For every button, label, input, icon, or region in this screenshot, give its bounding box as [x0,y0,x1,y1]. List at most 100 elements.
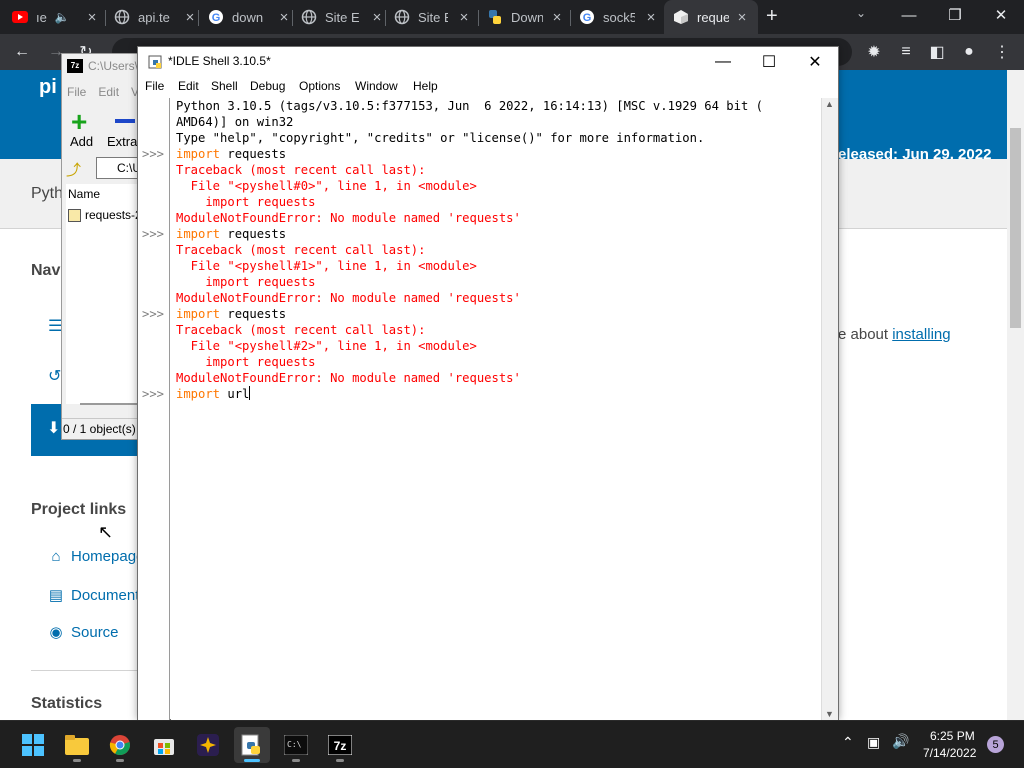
idle-menu-file[interactable]: File [145,79,164,93]
clock-time[interactable]: 6:25 PM [930,729,975,743]
idle-menu-help[interactable]: Help [413,79,438,93]
tab-youtube[interactable]: ıe 🔈 × [12,0,100,34]
back-arrow-icon[interactable]: ← [8,38,36,66]
chrome-icon[interactable] [102,727,138,763]
extensions-puzzle-icon[interactable]: ✹ [860,38,888,66]
close-tab-icon[interactable]: × [182,9,198,26]
google-icon: G [208,9,224,25]
file-explorer-icon[interactable] [59,727,95,763]
project-links-heading: Project links [31,501,127,518]
sevenzip-titlebar: 7z C:\Users\ [67,59,138,73]
mouse-cursor-icon: ↖ [98,522,114,542]
profile-avatar-icon[interactable]: ● [955,38,983,66]
idle-prompt-gutter: >>> >>> >>> >>> [138,98,170,720]
page-scrollbar[interactable] [1007,70,1024,720]
input-line: import requests [176,147,287,161]
close-tab-icon[interactable]: × [643,9,659,26]
idle-maximize-button[interactable]: ☐ [746,47,792,76]
idle-shell-text-area[interactable]: Python 3.10.5 (tags/v3.10.5:f377153, Jun… [171,98,821,720]
idle-window-title: *IDLE Shell 3.10.5* [168,54,271,68]
close-tab-icon[interactable]: × [84,9,100,26]
browser-close-button[interactable]: ✕ [978,0,1024,30]
idle-close-button[interactable]: ✕ [792,47,838,76]
globe-icon [114,9,130,25]
tab-site-2[interactable]: Site E × [394,0,472,34]
traceback-source-line: import requests [176,275,316,289]
windows-start-icon[interactable] [15,727,51,763]
pypi-logo[interactable]: pi [39,76,57,99]
tab-pypi-requests[interactable]: reque × [664,0,758,34]
sevenzip-hscrollbar[interactable] [80,403,140,405]
idle-menu-options[interactable]: Options [299,79,340,93]
homepage-link[interactable]: ⌂ Homepage [48,548,144,565]
idle-menu-debug[interactable]: Debug [250,79,285,93]
about-installing-text: e about installing [838,326,951,343]
spark-app-icon[interactable] [190,727,226,763]
running-indicator [292,759,300,762]
source-link[interactable]: ◉ Source [48,623,118,642]
idle-titlebar: *IDLE Shell 3.10.5* — ☐ ✕ [138,47,838,76]
documentation-link[interactable]: ▤ Document [48,586,139,605]
statistics-heading: Statistics [31,695,103,712]
browser-minimize-button[interactable]: — [886,0,932,30]
chevron-up-icon[interactable]: ⌃ [842,734,854,751]
idle-scrollbar[interactable]: ▲ ▼ [821,98,838,720]
close-tab-icon[interactable]: × [276,9,292,26]
menu-file[interactable]: File [67,85,86,99]
speaker-icon[interactable]: 🔈 [55,10,70,24]
network-icon[interactable]: ▣ [867,734,880,751]
reading-list-icon[interactable]: ≡ [892,38,920,66]
installing-link[interactable]: installing [892,326,950,343]
browser-restore-button[interactable]: ❐ [932,0,978,30]
list-item[interactable]: requests-2 [68,208,142,222]
globe-icon [301,9,317,25]
menu-edit[interactable]: Edit [98,85,119,99]
traceback-line: Traceback (most recent call last): [176,163,426,177]
sevenzip-icon[interactable]: 7z [322,727,358,763]
volume-icon[interactable]: 🔊 [892,733,909,750]
folder-up-icon[interactable]: ⤴ [66,159,84,179]
terminal-icon[interactable]: C:\ [278,727,314,763]
banner-line: Type "help", "copyright", "credits" or "… [176,131,705,145]
history-icon[interactable]: ↺ [48,366,61,386]
scroll-up-arrow-icon[interactable]: ▲ [825,99,834,109]
google-icon: G [579,9,595,25]
scroll-down-arrow-icon[interactable]: ▼ [825,709,834,719]
idle-minimize-button[interactable]: — [700,47,746,76]
store-icon[interactable] [146,727,182,763]
close-tab-icon[interactable]: × [549,9,565,26]
close-tab-icon[interactable]: × [369,9,385,26]
tab-google-down[interactable]: G down × [208,0,292,34]
clock-date[interactable]: 7/14/2022 [923,746,976,760]
tab-python-down[interactable]: Down × [487,0,565,34]
idle-menu-window[interactable]: Window [355,79,398,93]
close-tab-icon[interactable]: × [456,9,472,26]
close-tab-icon[interactable]: × [734,9,750,26]
column-header-name[interactable]: Name [68,187,100,201]
side-panel-icon[interactable]: ◧ [923,38,951,66]
text-cursor [249,386,251,400]
notification-badge[interactable]: 5 [987,736,1004,753]
download-icon: ⬇ [47,420,61,437]
extract-minus-icon[interactable] [115,119,135,123]
idle-shell-window[interactable]: *IDLE Shell 3.10.5* — ☐ ✕ File Edit Shel… [137,46,839,720]
shell-prompt: >>> [142,227,165,241]
chrome-menu-icon[interactable]: ⋮ [988,38,1016,66]
idle-python-icon[interactable] [234,727,270,763]
tab-api[interactable]: api.te × [114,0,198,34]
add-plus-icon[interactable]: + [71,108,87,136]
navigation-heading: Nav [31,262,61,279]
idle-menu-shell[interactable]: Shell [211,79,238,93]
running-indicator [336,759,344,762]
tab-search-chevron-icon[interactable]: ⌄ [856,6,866,20]
page-scrollbar-thumb[interactable] [1010,128,1021,328]
add-button[interactable]: Add [70,134,93,149]
idle-menu-edit[interactable]: Edit [178,79,199,93]
tab-google-sock5[interactable]: G sock5 × [579,0,659,34]
current-input-line[interactable]: import url [176,386,251,402]
error-line: ModuleNotFoundError: No module named 're… [176,371,521,385]
traceback-file-line: File "<pyshell#0>", line 1, in <module> [176,179,477,193]
traceback-source-line: import requests [176,195,316,209]
tab-site-1[interactable]: Site E × [301,0,385,34]
new-tab-button[interactable]: + [766,5,778,28]
